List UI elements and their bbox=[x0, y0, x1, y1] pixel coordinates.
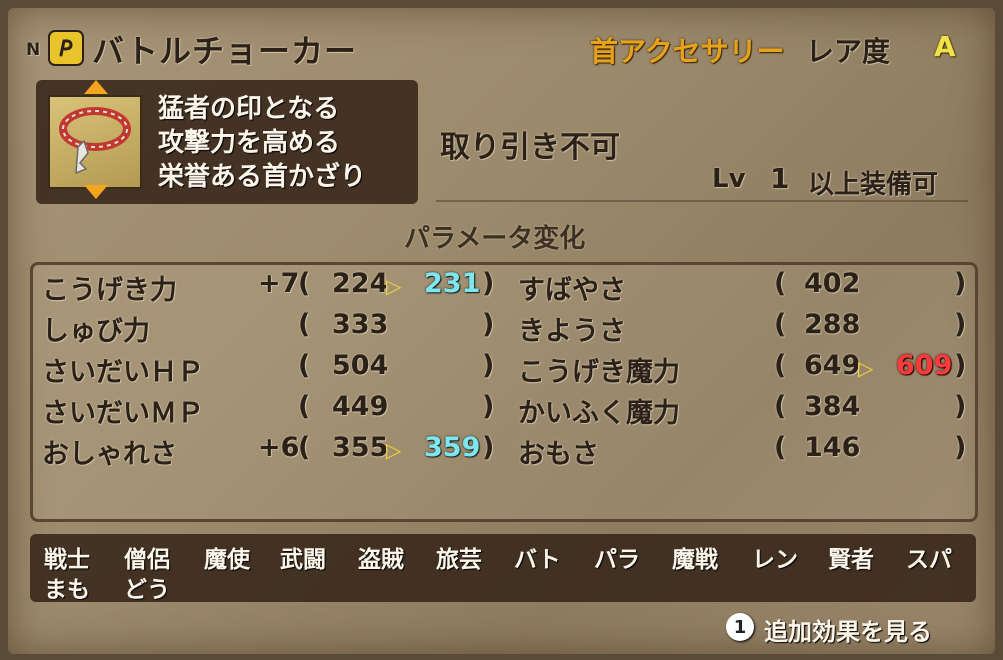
close-paren: ) bbox=[482, 350, 495, 381]
open-paren: ( bbox=[774, 432, 787, 463]
stat-name: すばやさ bbox=[518, 275, 626, 306]
stat-current-value: 224 bbox=[332, 268, 389, 299]
open-paren: ( bbox=[298, 268, 311, 299]
open-paren: ( bbox=[774, 268, 787, 299]
change-arrow-icon: ▷ bbox=[858, 356, 874, 380]
stat-new-value: 231 bbox=[424, 268, 481, 299]
close-paren: ) bbox=[954, 350, 967, 381]
divider bbox=[436, 200, 968, 202]
change-arrow-icon: ▷ bbox=[386, 438, 402, 462]
open-paren: ( bbox=[774, 391, 787, 422]
item-category: 首アクセサリー bbox=[590, 35, 785, 68]
job-label: 魔使 bbox=[204, 547, 250, 573]
stat-current-value: 402 bbox=[804, 268, 861, 299]
close-paren: ) bbox=[482, 391, 495, 422]
job-label: 武闘 bbox=[280, 547, 326, 573]
stat-current-value: 649 bbox=[804, 350, 861, 381]
quality-mark: N bbox=[26, 40, 41, 60]
job-label: 旅芸 bbox=[436, 547, 482, 573]
change-arrow-icon: ▷ bbox=[386, 274, 402, 298]
stat-name: きようさ bbox=[518, 316, 626, 347]
stat-name: しゅび力 bbox=[42, 316, 150, 347]
level-suffix: 以上装備可 bbox=[808, 170, 939, 200]
stat-current-value: 355 bbox=[332, 432, 389, 463]
stat-new-value: 609 bbox=[896, 350, 953, 381]
job-label: 魔戦 bbox=[672, 547, 718, 573]
description-line: 猛者の印となる bbox=[158, 94, 340, 124]
rarity-label: レア度 bbox=[806, 35, 891, 68]
stat-bonus: +6 bbox=[258, 432, 300, 463]
close-paren: ) bbox=[954, 432, 967, 463]
button-1-icon[interactable]: 1 bbox=[726, 613, 754, 641]
open-paren: ( bbox=[298, 432, 311, 463]
stat-current-value: 449 bbox=[332, 391, 389, 422]
stat-name: おもさ bbox=[518, 439, 599, 470]
stat-current-value: 146 bbox=[804, 432, 861, 463]
description-line: 攻撃力を高める bbox=[158, 128, 341, 158]
job-label: バト bbox=[514, 547, 561, 573]
stat-current-value: 504 bbox=[332, 350, 389, 381]
open-paren: ( bbox=[298, 350, 311, 381]
close-paren: ) bbox=[482, 268, 495, 299]
stat-name: かいふく魔力 bbox=[518, 398, 680, 429]
choker-item-image bbox=[48, 95, 142, 189]
trade-status: 取り引き不可 bbox=[440, 130, 620, 165]
open-paren: ( bbox=[298, 391, 311, 422]
level-label: Lv bbox=[712, 164, 746, 194]
open-paren: ( bbox=[298, 309, 311, 340]
job-label: 僧侶 bbox=[124, 547, 170, 573]
open-paren: ( bbox=[774, 350, 787, 381]
description-line: 栄誉ある首かざり bbox=[158, 162, 367, 192]
stat-current-value: 384 bbox=[804, 391, 861, 422]
job-label: レン bbox=[752, 547, 798, 573]
stat-name: さいだいＭＰ bbox=[42, 398, 204, 429]
item-name: バトルチョーカー bbox=[92, 32, 357, 70]
close-paren: ) bbox=[954, 391, 967, 422]
scroll-up-arrow-icon[interactable] bbox=[84, 80, 108, 94]
stat-name: こうげき力 bbox=[42, 275, 177, 306]
stat-current-value: 333 bbox=[332, 309, 389, 340]
job-label: 賢者 bbox=[828, 547, 874, 573]
job-label: パラ bbox=[594, 547, 640, 573]
stat-name: おしゃれさ bbox=[42, 439, 177, 470]
rarity-value: A bbox=[934, 30, 956, 63]
stat-bonus: +7 bbox=[258, 268, 300, 299]
parameter-section-title: パラメータ変化 bbox=[404, 224, 586, 254]
stat-new-value: 359 bbox=[424, 432, 481, 463]
accessory-type-icon bbox=[48, 30, 84, 66]
stat-name: さいだいＨＰ bbox=[42, 357, 204, 388]
job-label: どう bbox=[124, 577, 170, 603]
stat-current-value: 288 bbox=[804, 309, 861, 340]
level-value: 1 bbox=[770, 162, 790, 195]
close-paren: ) bbox=[954, 268, 967, 299]
job-label: 戦士 bbox=[44, 547, 90, 573]
view-additional-effects-prompt[interactable]: 追加効果を見る bbox=[764, 612, 932, 647]
job-label: スパ bbox=[906, 547, 952, 573]
close-paren: ) bbox=[482, 309, 495, 340]
close-paren: ) bbox=[482, 432, 495, 463]
close-paren: ) bbox=[954, 309, 967, 340]
open-paren: ( bbox=[774, 309, 787, 340]
scroll-down-arrow-icon[interactable] bbox=[84, 185, 108, 199]
stat-name: こうげき魔力 bbox=[518, 357, 680, 388]
job-label: まも bbox=[44, 577, 90, 603]
job-label: 盗賊 bbox=[358, 547, 404, 573]
